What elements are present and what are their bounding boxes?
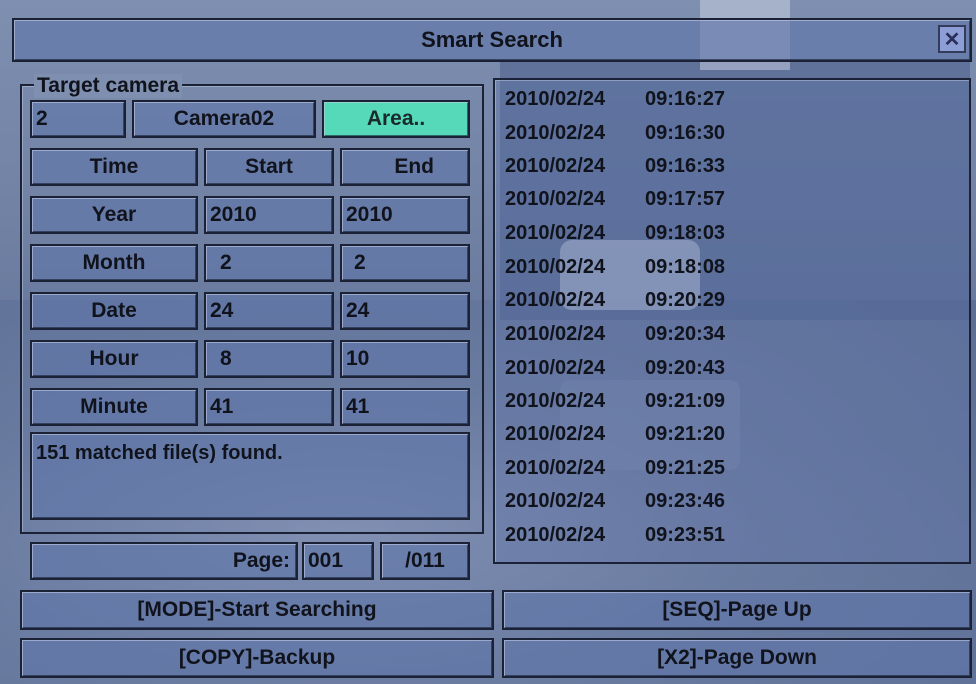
list-item[interactable]: 2010/02/24 09:18:03 [505, 222, 725, 245]
list-item[interactable]: 2010/02/24 09:20:29 [505, 289, 725, 312]
minute-label: Minute [30, 388, 198, 426]
header-time: Time [30, 148, 198, 186]
backup-button[interactable]: [COPY]-Backup [20, 638, 494, 678]
hour-start-field[interactable]: 8 [204, 340, 334, 378]
list-item[interactable]: 2010/02/24 09:17:57 [505, 188, 725, 211]
title-bar: Smart Search [12, 18, 972, 62]
dialog-title: Smart Search [421, 27, 563, 52]
page-total: /011 [380, 542, 470, 580]
month-label: Month [30, 244, 198, 282]
camera-name-field[interactable]: Camera02 [132, 100, 316, 138]
list-item[interactable]: 2010/02/24 09:21:25 [505, 457, 725, 480]
status-message: 151 matched file(s) found. [30, 432, 470, 520]
page-down-button[interactable]: [X2]-Page Down [502, 638, 972, 678]
date-start-field[interactable]: 24 [204, 292, 334, 330]
list-item[interactable]: 2010/02/24 09:23:51 [505, 524, 725, 547]
year-start-field[interactable]: 2010 [204, 196, 334, 234]
camera-number-field[interactable]: 2 [30, 100, 126, 138]
list-item[interactable]: 2010/02/24 09:16:30 [505, 122, 725, 145]
date-end-field[interactable]: 24 [340, 292, 470, 330]
target-camera-label: Target camera [34, 74, 183, 98]
month-start-field[interactable]: 2 [204, 244, 334, 282]
year-end-field[interactable]: 2010 [340, 196, 470, 234]
close-icon[interactable]: ✕ [938, 25, 966, 53]
list-item[interactable]: 2010/02/24 09:20:34 [505, 323, 725, 346]
header-start: Start [204, 148, 334, 186]
page-label: Page: [30, 542, 298, 580]
area-button[interactable]: Area.. [322, 100, 470, 138]
date-label: Date [30, 292, 198, 330]
list-item[interactable]: 2010/02/24 09:18:08 [505, 256, 725, 279]
results-list[interactable]: 2010/02/24 09:16:27 2010/02/24 09:16:30 20… [493, 78, 971, 564]
hour-label: Hour [30, 340, 198, 378]
list-item[interactable]: 2010/02/24 09:21:20 [505, 423, 725, 446]
list-item[interactable]: 2010/02/24 09:21:09 [505, 390, 725, 413]
page-up-button[interactable]: [SEQ]-Page Up [502, 590, 972, 630]
year-label: Year [30, 196, 198, 234]
list-item[interactable]: 2010/02/24 09:16:33 [505, 155, 725, 178]
header-end: End [340, 148, 470, 186]
month-end-field[interactable]: 2 [340, 244, 470, 282]
hour-end-field[interactable]: 10 [340, 340, 470, 378]
minute-start-field[interactable]: 41 [204, 388, 334, 426]
page-current-field[interactable]: 001 [302, 542, 374, 580]
list-item[interactable]: 2010/02/24 09:20:43 [505, 357, 725, 380]
list-item[interactable]: 2010/02/24 09:23:46 [505, 490, 725, 513]
minute-end-field[interactable]: 41 [340, 388, 470, 426]
list-item[interactable]: 2010/02/24 09:16:27 [505, 88, 725, 111]
start-searching-button[interactable]: [MODE]-Start Searching [20, 590, 494, 630]
